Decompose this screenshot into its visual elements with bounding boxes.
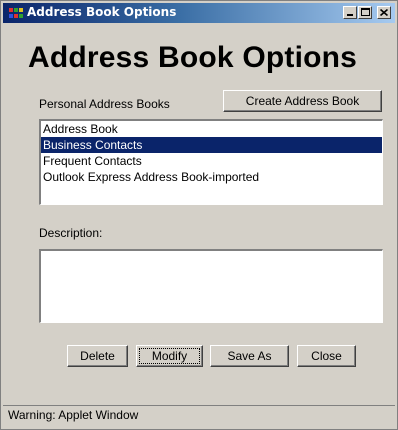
maximize-button[interactable] [358, 6, 372, 19]
maximize-icon [361, 8, 370, 16]
create-address-book-button[interactable]: Create Address Book [223, 90, 382, 112]
page-heading: Address Book Options [28, 41, 358, 74]
description-label: Description: [39, 226, 103, 240]
list-item[interactable]: Business Contacts [41, 137, 382, 153]
minimize-button[interactable] [343, 6, 357, 19]
personal-address-books-label: Personal Address Books [39, 97, 170, 111]
close-window-button[interactable] [377, 6, 391, 19]
applet-warning-text: Warning: Applet Window [8, 408, 139, 422]
description-textarea[interactable] [39, 249, 383, 323]
close-button[interactable]: Close [297, 345, 356, 367]
list-item[interactable]: Outlook Express Address Book-imported [41, 169, 382, 185]
save-as-button[interactable]: Save As [210, 345, 289, 367]
status-bar: Warning: Applet Window [3, 405, 395, 425]
title-bar[interactable]: Address Book Options [3, 3, 395, 23]
list-item[interactable]: Frequent Contacts [41, 153, 382, 169]
address-book-options-window: Address Book Options Address Book Option… [0, 0, 398, 430]
minimize-icon [347, 14, 353, 16]
close-icon [380, 9, 388, 16]
address-book-list[interactable]: Address Book Business Contacts Frequent … [39, 119, 383, 205]
list-item[interactable]: Address Book [41, 121, 382, 137]
modify-button[interactable]: Modify [136, 345, 203, 367]
java-app-icon [9, 8, 25, 20]
window-title: Address Book Options [27, 5, 177, 19]
delete-button[interactable]: Delete [67, 345, 128, 367]
